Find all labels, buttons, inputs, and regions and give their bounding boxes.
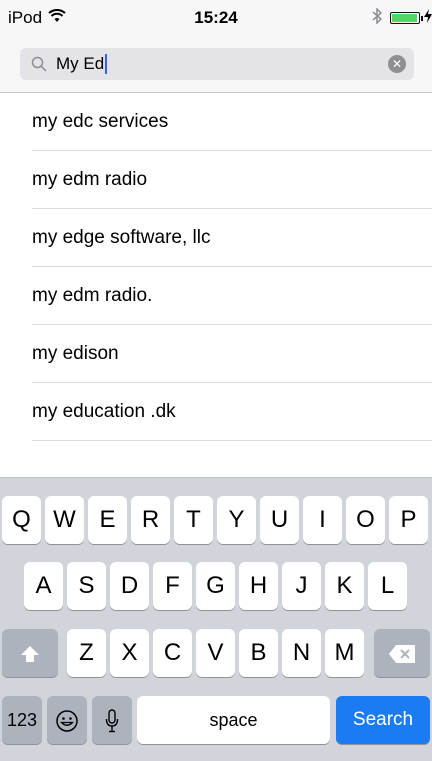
key-u[interactable]: U — [260, 496, 299, 544]
suggestion-item[interactable]: my edm radio. — [0, 267, 432, 325]
text-cursor — [105, 54, 108, 74]
suggestion-item[interactable]: my education .dk — [0, 383, 432, 441]
suggestion-list: my edc services my edm radio my edge sof… — [0, 93, 432, 441]
key-a[interactable]: A — [24, 562, 63, 610]
suggestion-item[interactable]: my edison — [0, 325, 432, 383]
key-j[interactable]: J — [282, 562, 321, 610]
screen: iPod 15:24 My Ed ✕ my edc services my ed… — [0, 0, 432, 761]
suggestion-item[interactable]: my edge software, llc — [0, 209, 432, 267]
microphone-icon — [105, 696, 119, 744]
status-time: 15:24 — [194, 8, 238, 27]
bluetooth-icon — [372, 7, 383, 27]
key-m[interactable]: M — [325, 629, 364, 677]
key-r[interactable]: R — [131, 496, 170, 544]
key-d[interactable]: D — [110, 562, 149, 610]
search-key[interactable]: Search — [336, 696, 430, 744]
key-v[interactable]: V — [196, 629, 235, 677]
suggestion-item[interactable]: my edc services — [0, 93, 432, 151]
emoji-icon — [55, 696, 79, 744]
charging-icon — [424, 9, 432, 26]
delete-icon — [388, 629, 416, 677]
shift-key[interactable] — [2, 629, 58, 677]
emoji-key[interactable] — [47, 696, 87, 744]
battery-icon — [390, 11, 423, 24]
key-k[interactable]: K — [325, 562, 364, 610]
key-p[interactable]: P — [389, 496, 428, 544]
key-y[interactable]: Y — [217, 496, 256, 544]
key-e[interactable]: E — [88, 496, 127, 544]
key-i[interactable]: I — [303, 496, 342, 544]
key-b[interactable]: B — [239, 629, 278, 677]
keyboard: Q W E R T Y U I O P A S D F G H J K L Z … — [0, 477, 432, 761]
search-icon — [28, 53, 50, 75]
key-w[interactable]: W — [45, 496, 84, 544]
key-f[interactable]: F — [153, 562, 192, 610]
key-l[interactable]: L — [368, 562, 407, 610]
key-t[interactable]: T — [174, 496, 213, 544]
delete-key[interactable] — [374, 629, 430, 677]
search-value: My Ed — [56, 54, 105, 73]
shift-icon — [20, 629, 40, 677]
key-o[interactable]: O — [346, 496, 385, 544]
status-right — [372, 7, 432, 27]
key-h[interactable]: H — [239, 562, 278, 610]
key-z[interactable]: Z — [67, 629, 106, 677]
status-bar: iPod 15:24 — [0, 0, 432, 38]
search-bar: My Ed ✕ — [0, 38, 432, 93]
key-g[interactable]: G — [196, 562, 235, 610]
key-c[interactable]: C — [153, 629, 192, 677]
key-s[interactable]: S — [67, 562, 106, 610]
key-x[interactable]: X — [110, 629, 149, 677]
key-n[interactable]: N — [282, 629, 321, 677]
search-query: My Ed — [56, 54, 108, 74]
suggestion-item[interactable]: my edm radio — [0, 151, 432, 209]
search-input[interactable]: My Ed ✕ — [20, 48, 414, 80]
space-key[interactable]: space — [137, 696, 330, 744]
key-q[interactable]: Q — [2, 496, 41, 544]
numbers-key[interactable]: 123 — [2, 696, 42, 744]
clear-icon[interactable]: ✕ — [388, 55, 406, 73]
dictation-key[interactable] — [92, 696, 132, 744]
